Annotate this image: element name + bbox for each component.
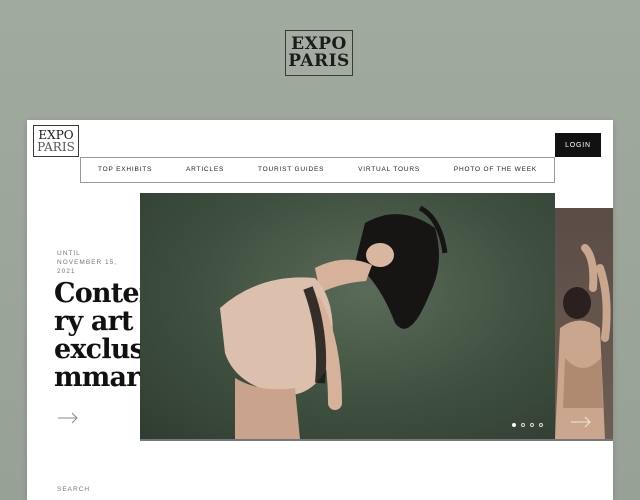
header-logo-line2: PARIS — [37, 140, 75, 154]
slide-dot-2[interactable] — [521, 423, 525, 427]
hero-underline — [140, 439, 613, 441]
search-label[interactable]: SEARCH — [57, 486, 90, 493]
hero-image — [140, 193, 555, 439]
slider-dots — [512, 423, 543, 427]
main-nav: TOP EXHIBITS ARTICLES TOURIST GUIDES VIR… — [80, 157, 555, 183]
arrow-right-icon[interactable] — [57, 412, 79, 424]
nav-item-top-exhibits[interactable]: TOP EXHIBITS — [98, 166, 152, 173]
exhibit-date: UNTIL NOVEMBER 15, 2021 — [57, 249, 117, 276]
next-slide-preview[interactable] — [555, 208, 613, 439]
top-logo: EXPO PARIS — [285, 30, 353, 76]
header-logo[interactable]: EXPO PARIS — [33, 125, 79, 157]
slide-dot-3[interactable] — [530, 423, 534, 427]
slide-dot-4[interactable] — [539, 423, 543, 427]
login-button[interactable]: LOGIN — [555, 133, 601, 157]
website-mockup: EXPO PARIS TOP EXHIBITS ARTICLES TOURIST… — [27, 120, 613, 500]
nav-item-virtual-tours[interactable]: VIRTUAL TOURS — [358, 166, 420, 173]
next-slide-arrow-icon[interactable] — [570, 416, 592, 428]
nav-item-articles[interactable]: ARTICLES — [186, 166, 224, 173]
logo-line2: PARIS — [288, 51, 350, 71]
dancer-illustration — [220, 205, 448, 439]
date-line-3: 2021 — [57, 268, 76, 275]
nav-item-photo-of-the-week[interactable]: PHOTO OF THE WEEK — [454, 166, 537, 173]
date-line-2: NOVEMBER 15, — [57, 259, 118, 266]
nav-item-tourist-guides[interactable]: TOURIST GUIDES — [258, 166, 324, 173]
date-line-1: UNTIL — [57, 250, 81, 257]
slide-dot-1[interactable] — [512, 423, 516, 427]
dancer-preview-illustration — [555, 244, 611, 439]
